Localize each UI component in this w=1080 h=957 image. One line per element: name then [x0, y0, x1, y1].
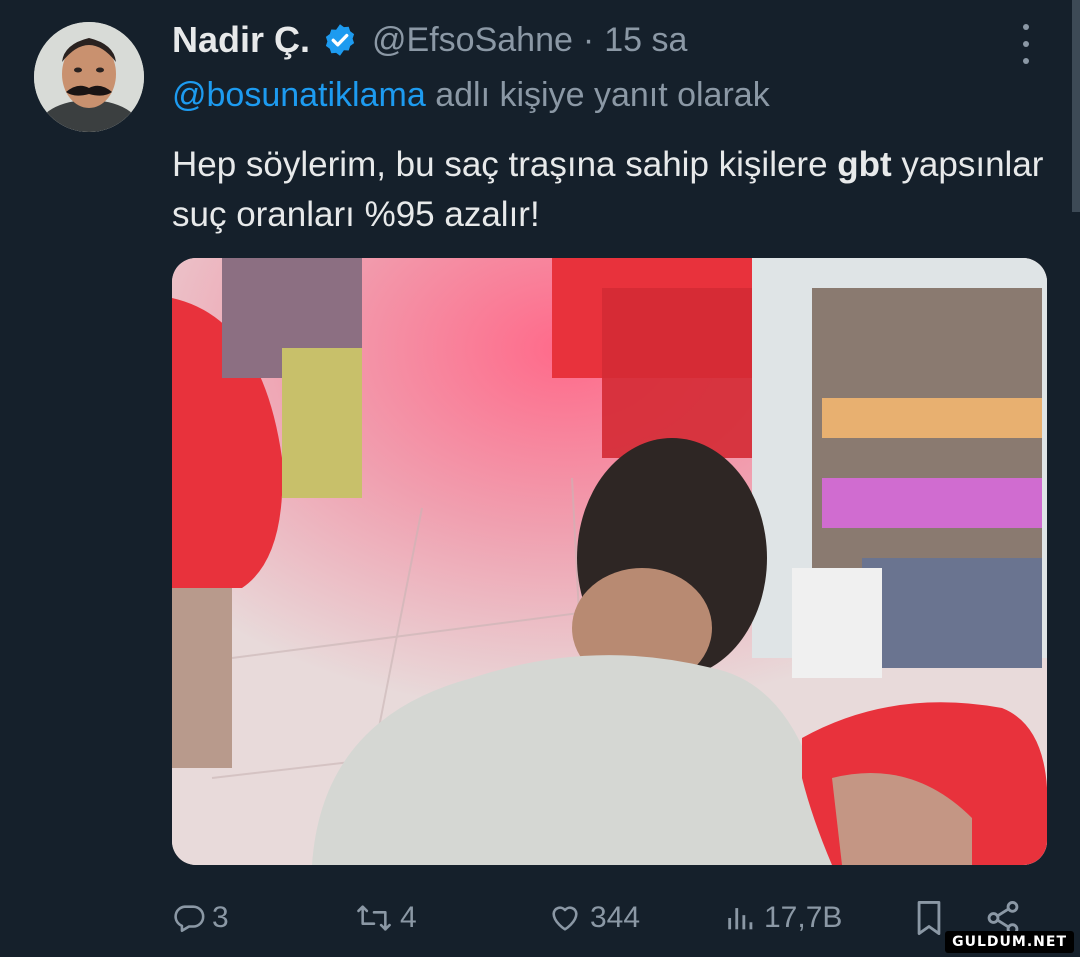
avatar-image	[34, 22, 144, 132]
views-button[interactable]: 17,7B	[724, 890, 842, 946]
tweet-header: Nadir Ç. @EfsoSahne · 15 sa	[172, 18, 1010, 62]
heart-icon	[552, 906, 578, 931]
bar-chart-icon	[728, 908, 753, 930]
tweet-media-image[interactable]	[172, 258, 1047, 865]
action-bar: 3 4 344 17,7B	[172, 890, 1052, 946]
view-count: 17,7B	[764, 901, 843, 934]
tweet-time[interactable]: 15 sa	[604, 21, 687, 60]
more-vertical-icon[interactable]	[1012, 24, 1040, 64]
tweet-text-part1: Hep söylerim, bu saç traşına sahip kişil…	[172, 145, 838, 184]
tweet-text-bold: gbt	[837, 145, 892, 184]
avatar[interactable]	[34, 22, 144, 132]
tweet-text: Hep söylerim, bu saç traşına sahip kişil…	[172, 140, 1052, 240]
media-scene	[172, 258, 1047, 865]
author-name[interactable]: Nadir Ç.	[172, 19, 310, 61]
reply-suffix: adlı kişiye yanıt olarak	[425, 76, 770, 114]
like-button[interactable]: 344	[546, 890, 640, 946]
scrollbar[interactable]	[1072, 0, 1080, 212]
bookmark-icon	[917, 901, 941, 935]
separator-dot: ·	[582, 20, 595, 59]
like-count: 344	[590, 901, 641, 934]
retweet-icon	[357, 905, 391, 931]
reply-button[interactable]: 3	[172, 890, 229, 946]
replying-to: @bosunatiklama adlı kişiye yanıt olarak	[172, 76, 770, 115]
author-handle[interactable]: @EfsoSahne	[372, 21, 573, 60]
reply-mention-link[interactable]: @bosunatiklama	[172, 76, 426, 114]
retweet-count: 4	[400, 901, 417, 934]
verified-badge-icon	[325, 24, 355, 56]
reply-count: 3	[212, 901, 229, 934]
watermark: GULDUM.NET	[945, 931, 1074, 953]
comment-icon	[174, 905, 205, 933]
retweet-button[interactable]: 4	[354, 890, 417, 946]
